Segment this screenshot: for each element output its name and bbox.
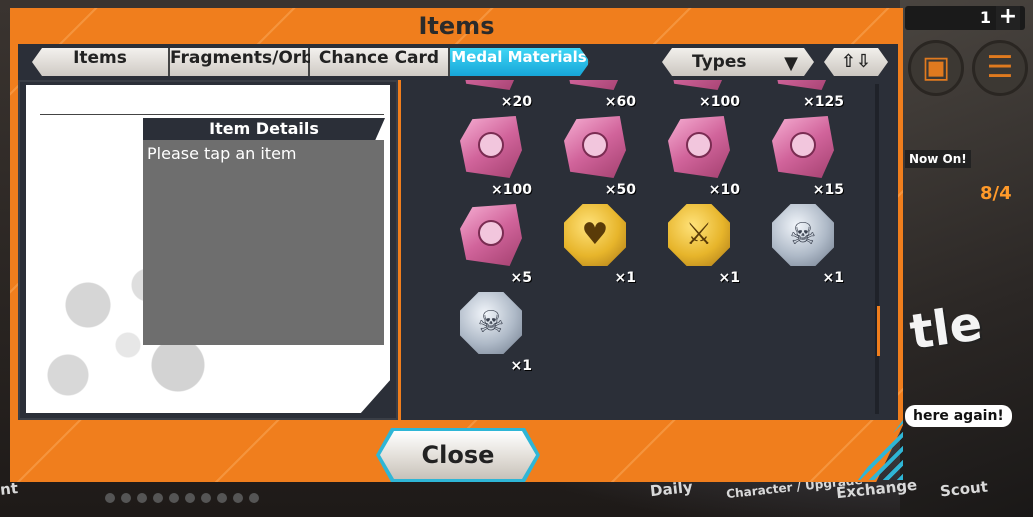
character-shard-icon xyxy=(668,116,730,178)
item-quantity: ×5 xyxy=(510,270,532,286)
category-tabs: Items Fragments/Orbs Chance Card Medal M… xyxy=(32,48,590,76)
item-quantity: ×20 xyxy=(500,94,532,110)
character-shard-icon xyxy=(460,204,522,266)
item-quantity: ×100 xyxy=(699,94,740,110)
grid-item[interactable]: ×20 xyxy=(446,80,536,110)
types-filter-label: Types xyxy=(692,52,747,72)
add-gems-button[interactable]: + xyxy=(996,6,1020,30)
tab-chance-card[interactable]: Chance Card xyxy=(310,48,450,76)
grid-item[interactable]: ×5 xyxy=(446,198,536,286)
item-quantity: ×100 xyxy=(491,182,532,198)
grid-scroll-thumb[interactable] xyxy=(877,306,880,356)
grid-scrollbar[interactable] xyxy=(875,84,879,414)
item-quantity: ×10 xyxy=(708,182,740,198)
character-shard-icon xyxy=(460,80,522,90)
grid-item[interactable]: ☠ ×1 xyxy=(446,286,536,374)
nav-item-hunt[interactable]: nt xyxy=(0,479,19,499)
tab-fragments-orbs[interactable]: Fragments/Orbs xyxy=(170,48,323,76)
speech-bubble: here again! xyxy=(905,405,1012,427)
menu-icon: ☰ xyxy=(986,50,1014,85)
medal-materials-grid: ×20 ×60 ×100 ×125 ×100 ×50 ×10 ×15 ×5 ♥ … xyxy=(400,80,878,418)
progress-counter: 8/4 xyxy=(980,183,1012,204)
item-quantity: ×1 xyxy=(510,358,532,374)
grid-item[interactable]: ☠ ×1 xyxy=(758,198,848,286)
grid-item[interactable]: ×10 xyxy=(654,110,744,198)
chevron-down-icon: ▼ xyxy=(784,53,798,74)
item-quantity: ×60 xyxy=(604,94,636,110)
silver-skull-medal-icon: ☠ xyxy=(460,292,522,354)
tab-medal-materials[interactable]: Medal Materials xyxy=(450,48,590,76)
types-filter-dropdown[interactable]: Types ▼ xyxy=(662,48,814,76)
grid-item[interactable]: ×125 xyxy=(758,80,848,110)
character-shard-icon xyxy=(564,116,626,178)
grid-item[interactable]: ×100 xyxy=(654,80,744,110)
item-quantity: ×125 xyxy=(803,94,844,110)
item-details-header: Item Details xyxy=(143,118,385,140)
item-quantity: ×1 xyxy=(822,270,844,286)
character-shard-icon xyxy=(668,80,730,90)
sort-button[interactable]: ⇧⇩ xyxy=(824,48,888,76)
tab-items[interactable]: Items xyxy=(32,48,170,76)
page-dots xyxy=(105,493,259,503)
menu-button[interactable]: ☰ xyxy=(972,40,1028,96)
item-quantity: ×15 xyxy=(812,182,844,198)
gold-sword-medal-icon: ⚔ xyxy=(668,204,730,266)
item-quantity: ×50 xyxy=(604,182,636,198)
grid-item[interactable]: ×100 xyxy=(446,110,536,198)
silver-skull-medal-icon: ☠ xyxy=(772,204,834,266)
item-quantity: ×1 xyxy=(718,270,740,286)
sort-arrows-icon: ⇧⇩ xyxy=(840,51,872,72)
gift-icon: ▣ xyxy=(921,50,951,85)
grid-item[interactable]: ♥ ×1 xyxy=(550,198,640,286)
banner-text: tle xyxy=(906,295,986,361)
grid-item[interactable]: ×50 xyxy=(550,110,640,198)
dialog-title: Items xyxy=(418,12,495,40)
character-shard-icon xyxy=(772,116,834,178)
item-details-body: Please tap an item xyxy=(143,140,384,345)
grid-item[interactable]: ×60 xyxy=(550,80,640,110)
item-quantity: ×1 xyxy=(614,270,636,286)
now-on-badge: Now On! xyxy=(905,150,971,168)
grid-item[interactable]: ×15 xyxy=(758,110,848,198)
character-shard-icon xyxy=(564,80,626,90)
gift-button[interactable]: ▣ xyxy=(908,40,964,96)
gold-heart-medal-icon: ♥ xyxy=(564,204,626,266)
character-shard-icon xyxy=(460,116,522,178)
character-shard-icon xyxy=(772,80,834,90)
divider xyxy=(40,114,384,115)
close-button[interactable]: Close xyxy=(380,431,536,479)
grid-item[interactable]: ⚔ ×1 xyxy=(654,198,744,286)
